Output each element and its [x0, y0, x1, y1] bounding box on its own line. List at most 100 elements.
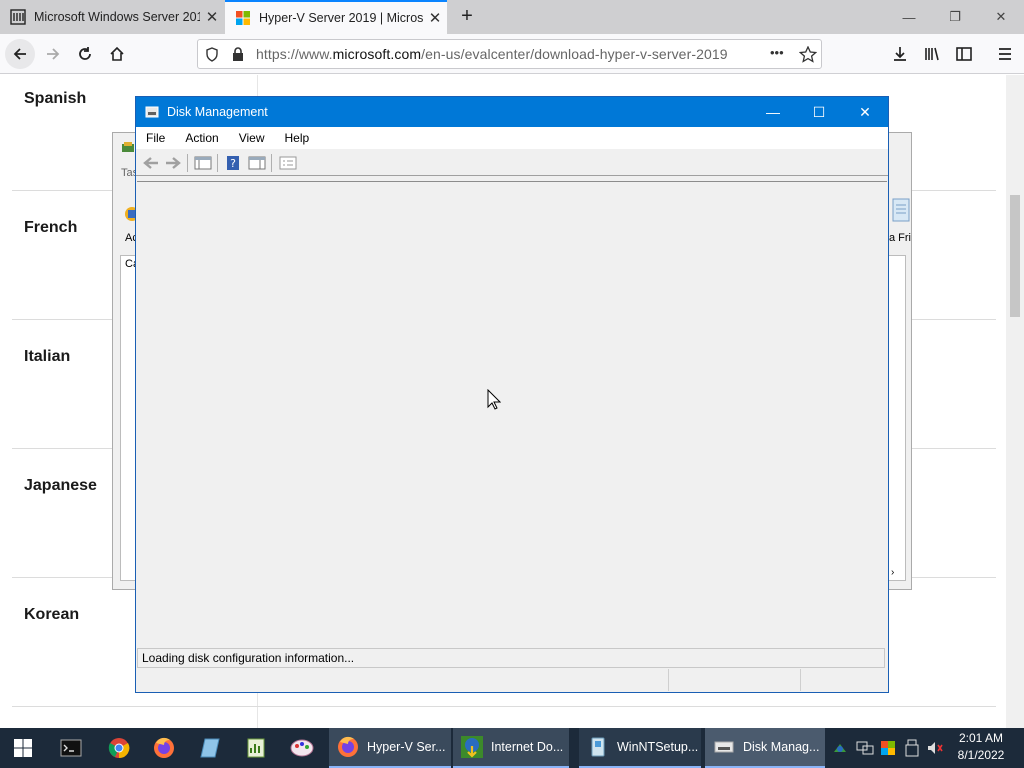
scrollbar-thumb[interactable] — [1010, 195, 1020, 317]
forward-button[interactable] — [38, 39, 68, 69]
forward-arrow-icon[interactable] — [164, 155, 182, 171]
back-arrow-icon[interactable] — [142, 155, 160, 171]
chrome-taskbar-icon[interactable] — [96, 728, 142, 768]
close-icon[interactable]: ✕ — [423, 9, 447, 27]
maximize-button[interactable]: ☐ — [796, 97, 842, 127]
library-icon — [10, 9, 26, 25]
taskbar-item-disk-management[interactable]: Disk Manag... — [705, 728, 825, 768]
start-button[interactable] — [0, 728, 46, 768]
clock-time: 2:01 AM — [958, 731, 1004, 745]
terminal-icon — [60, 739, 82, 757]
library-button[interactable] — [917, 39, 947, 69]
downloads-button[interactable] — [885, 39, 915, 69]
tab-windows-server[interactable]: Microsoft Windows Server 2019 ✕ — [0, 0, 224, 34]
microsoft-logo-icon — [236, 11, 250, 25]
close-icon[interactable]: ✕ — [200, 8, 224, 26]
status-pane — [669, 669, 801, 691]
notes-taskbar-icon[interactable] — [187, 728, 233, 768]
library-icon — [925, 47, 939, 61]
toolbar: ? — [136, 150, 888, 176]
taskbar-item-label: Internet Do... — [491, 740, 564, 754]
menu-view[interactable]: View — [229, 131, 275, 145]
notepad-icon — [892, 198, 910, 222]
status-text: Loading disk configuration information..… — [142, 651, 355, 665]
minimize-button[interactable]: — — [750, 97, 796, 127]
url-text[interactable]: https://www.microsoft.com/en-us/evalcent… — [256, 46, 728, 62]
language-label[interactable]: Korean — [24, 606, 79, 624]
home-button[interactable] — [102, 39, 132, 69]
page-actions-menu-icon[interactable]: ••• — [770, 45, 784, 60]
spreadsheet-icon — [247, 738, 265, 758]
disk-management-icon — [714, 741, 734, 753]
system-clock[interactable]: 2:01 AM 8/1/2022 — [948, 730, 1014, 764]
windows-logo-icon — [14, 739, 32, 757]
help-icon[interactable]: ? — [224, 155, 242, 171]
page-scrollbar[interactable] — [1006, 75, 1024, 729]
window-title: Disk Management — [167, 105, 268, 119]
firefox-taskbar-icon[interactable] — [141, 728, 187, 768]
menu-bar: File Action View Help — [136, 127, 888, 149]
sidebar-button[interactable] — [949, 39, 979, 69]
chevron-right-icon[interactable]: › — [891, 567, 894, 578]
mouse-cursor-icon — [487, 389, 501, 410]
svg-text:?: ? — [230, 157, 236, 170]
browser-navbar: https://www.microsoft.com/en-us/evalcent… — [0, 34, 1024, 74]
tab-hyper-v-server[interactable]: Hyper-V Server 2019 | Microsoft ✕ — [225, 0, 447, 34]
bookmark-star-icon[interactable] — [799, 46, 817, 63]
menu-action[interactable]: Action — [175, 131, 228, 145]
usb-drive-icon[interactable] — [905, 739, 919, 757]
color-tray-icon[interactable] — [880, 740, 896, 756]
restore-button[interactable]: ❐ — [932, 0, 978, 34]
reload-button[interactable] — [70, 39, 100, 69]
computer-management-icon — [122, 142, 134, 152]
notebook-icon — [200, 738, 220, 758]
tab-title: Microsoft Windows Server 2019 — [34, 10, 200, 24]
divider — [12, 706, 996, 707]
toolbar-separator — [271, 154, 272, 172]
show-hide-console-tree-icon[interactable] — [194, 155, 212, 171]
chrome-icon — [108, 738, 130, 759]
show-hide-action-pane-icon[interactable] — [248, 155, 266, 171]
taskbar-item-winntsetup[interactable]: WinNTSetup... — [579, 728, 701, 768]
internet-download-manager-icon — [461, 736, 483, 758]
menu-help[interactable]: Help — [275, 131, 320, 145]
command-prompt-taskbar-icon[interactable] — [48, 728, 94, 768]
palette-icon — [290, 739, 314, 757]
close-button[interactable]: ✕ — [842, 97, 888, 127]
lock-icon[interactable] — [232, 47, 244, 62]
taskbar-item-internet-download[interactable]: Internet Do... — [453, 728, 569, 768]
disk-management-window[interactable]: Disk Management — ☐ ✕ File Action View H… — [135, 96, 889, 693]
language-label[interactable]: Spanish — [24, 90, 86, 108]
close-window-button[interactable]: ✕ — [978, 0, 1024, 34]
toolbar-label: a Fri — [889, 232, 911, 244]
language-label[interactable]: Italian — [24, 348, 70, 366]
network-connection-icon[interactable] — [856, 740, 874, 756]
status-bar: Loading disk configuration information..… — [137, 648, 885, 668]
minimize-button[interactable]: — — [886, 0, 932, 34]
menu-button[interactable] — [990, 39, 1020, 69]
shield-icon[interactable] — [205, 47, 219, 62]
sidebar-icon — [956, 47, 972, 61]
back-button[interactable] — [5, 39, 35, 69]
new-tab-button[interactable]: + — [456, 5, 478, 27]
status-pane — [801, 669, 887, 691]
url-bar[interactable]: https://www.microsoft.com/en-us/evalcent… — [197, 39, 822, 69]
taskbar-item-firefox[interactable]: Hyper-V Ser... — [329, 728, 451, 768]
reload-icon — [79, 47, 91, 60]
status-pane — [137, 669, 669, 691]
url-prefix: https://www. — [256, 46, 333, 62]
disk-management-icon — [145, 106, 159, 118]
firefox-icon — [154, 737, 174, 758]
menu-file[interactable]: File — [136, 131, 175, 145]
taskbar-item-label: WinNTSetup... — [617, 740, 699, 754]
properties-icon[interactable] — [279, 155, 297, 171]
toolbar-separator — [217, 154, 218, 172]
network-tray-icon[interactable] — [832, 740, 848, 756]
toolbar-separator — [187, 154, 188, 172]
language-label[interactable]: French — [24, 219, 77, 237]
volume-muted-icon[interactable] — [926, 740, 944, 756]
paint-taskbar-icon[interactable] — [279, 728, 325, 768]
browser-tab-bar: Microsoft Windows Server 2019 ✕ Hyper-V … — [0, 0, 1024, 34]
language-label[interactable]: Japanese — [24, 477, 97, 495]
spreadsheet-taskbar-icon[interactable] — [233, 728, 279, 768]
